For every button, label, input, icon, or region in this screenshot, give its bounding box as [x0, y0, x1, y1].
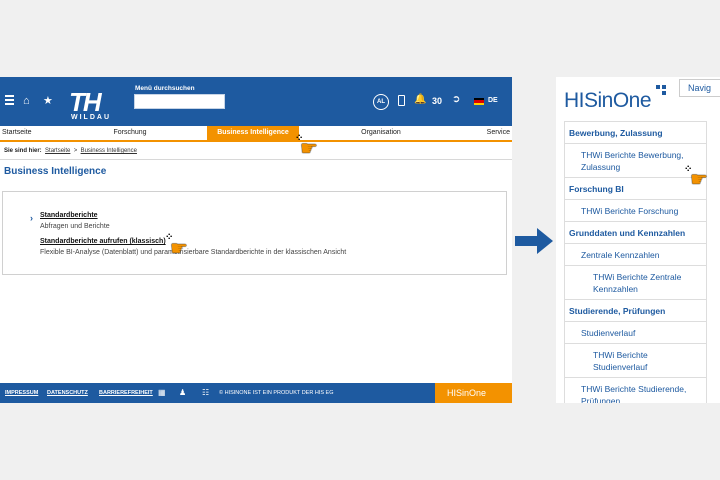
search-label: Menü durchsuchen [135, 85, 195, 92]
footer: IMPRESSUM DATENSCHUTZ BARRIEREFREIHEIT ▦… [0, 383, 512, 403]
footer-brand: HISinOne [435, 383, 512, 403]
menu-item-zentrale-kennzahlen[interactable]: Zentrale Kennzahlen [565, 243, 706, 265]
nav-startseite[interactable]: Startseite [2, 126, 52, 140]
main-nav: Startseite Forschung Business Intelligen… [0, 126, 512, 142]
menu-header-forschung[interactable]: Forschung BI [565, 177, 706, 199]
german-flag-icon[interactable] [474, 98, 484, 105]
divider [0, 159, 512, 160]
nav-service[interactable]: Service [465, 126, 510, 140]
logo-dots-icon [656, 85, 672, 101]
accessibility-icon[interactable]: ♟ [179, 388, 186, 397]
sitemap-icon[interactable]: ☷ [202, 388, 209, 397]
page-title: Business Intelligence [4, 166, 107, 177]
home-icon[interactable]: ⌂ [23, 95, 30, 107]
left-screenshot: ⌂ ★ TH WILDAU Menü durchsuchen AL 🔔 30 ➲… [0, 77, 512, 403]
hand-cursor-icon: ☛ [690, 169, 708, 191]
notification-count[interactable]: 30 [432, 96, 442, 106]
content-card: › Standardberichte Abfragen und Berichte… [2, 191, 507, 275]
menu-header-studierende[interactable]: Studierende, Prüfungen [565, 299, 706, 321]
breadcrumb: Sie sind hier: Startseite > Business Int… [4, 148, 137, 154]
link-description: Flexible BI-Analyse (Datenblatt) und par… [40, 249, 347, 256]
hisinone-logo: HISinOne [564, 89, 652, 112]
menu-icon[interactable] [5, 95, 14, 107]
hand-cursor-icon: ☛ [170, 238, 188, 260]
breadcrumb-separator: > [73, 148, 78, 154]
navigation-button[interactable]: Navig [679, 79, 720, 97]
footer-link-impressum[interactable]: IMPRESSUM [5, 390, 38, 396]
link-standardberichte-klassisch[interactable]: Standardberichte aufrufen (klassisch) [40, 238, 166, 245]
footer-link-barrierefreiheit[interactable]: BARRIEREFREIHEIT [99, 390, 153, 396]
star-icon[interactable]: ★ [43, 95, 53, 107]
chevron-right-icon: › [30, 213, 33, 223]
nav-forschung[interactable]: Forschung [100, 126, 160, 140]
breadcrumb-item-startseite[interactable]: Startseite [45, 148, 70, 154]
logout-icon[interactable]: ➲ [452, 94, 460, 105]
search-input[interactable] [134, 94, 225, 109]
link-description: Abfragen und Berichte [40, 223, 110, 230]
arrow-right-icon [515, 228, 553, 254]
menu-item-berichte-kennzahlen[interactable]: THWi Berichte Zentrale Kennzahlen [565, 265, 706, 299]
th-wildau-logo[interactable]: TH WILDAU [65, 83, 117, 121]
menu-item-berichte-forschung[interactable]: THWi Berichte Forschung [565, 199, 706, 221]
breadcrumb-item-bi[interactable]: Business Intelligence [81, 148, 137, 154]
menu-item-studienverlauf[interactable]: Studienverlauf [565, 321, 706, 343]
nav-organisation[interactable]: Organisation [340, 126, 422, 140]
bell-icon[interactable]: 🔔 [414, 94, 426, 105]
breadcrumb-prefix: Sie sind hier: [4, 148, 42, 154]
hand-cursor-icon: ☛ [300, 138, 318, 160]
menu-header-grunddaten[interactable]: Grunddaten und Kennzahlen [565, 221, 706, 243]
nav-business-intelligence[interactable]: Business Intelligence [207, 126, 299, 140]
top-header: ⌂ ★ TH WILDAU Menü durchsuchen AL 🔔 30 ➲… [0, 77, 512, 126]
book-icon[interactable]: ▦ [158, 388, 166, 397]
menu-header-bewerbung[interactable]: Bewerbung, Zulassung [565, 121, 706, 143]
footer-link-datenschutz[interactable]: DATENSCHUTZ [47, 390, 88, 396]
phone-icon[interactable] [398, 95, 405, 106]
menu-item-berichte-studierende[interactable]: THWi Berichte Studierende, Prüfungen [565, 377, 706, 403]
language-switch[interactable]: DE [488, 97, 498, 104]
menu-item-berichte-studienverlauf[interactable]: THWi Berichte Studienverlauf [565, 343, 706, 377]
logo-subtext: WILDAU [71, 114, 111, 121]
copyright-text: © HISINONE IST EIN PRODUKT DER HIS EG [219, 390, 334, 396]
link-standardberichte[interactable]: Standardberichte [40, 212, 98, 219]
avatar[interactable]: AL [373, 94, 389, 110]
right-screenshot: HISinOne Navig Bewerbung, Zulassung THWi… [556, 77, 720, 403]
